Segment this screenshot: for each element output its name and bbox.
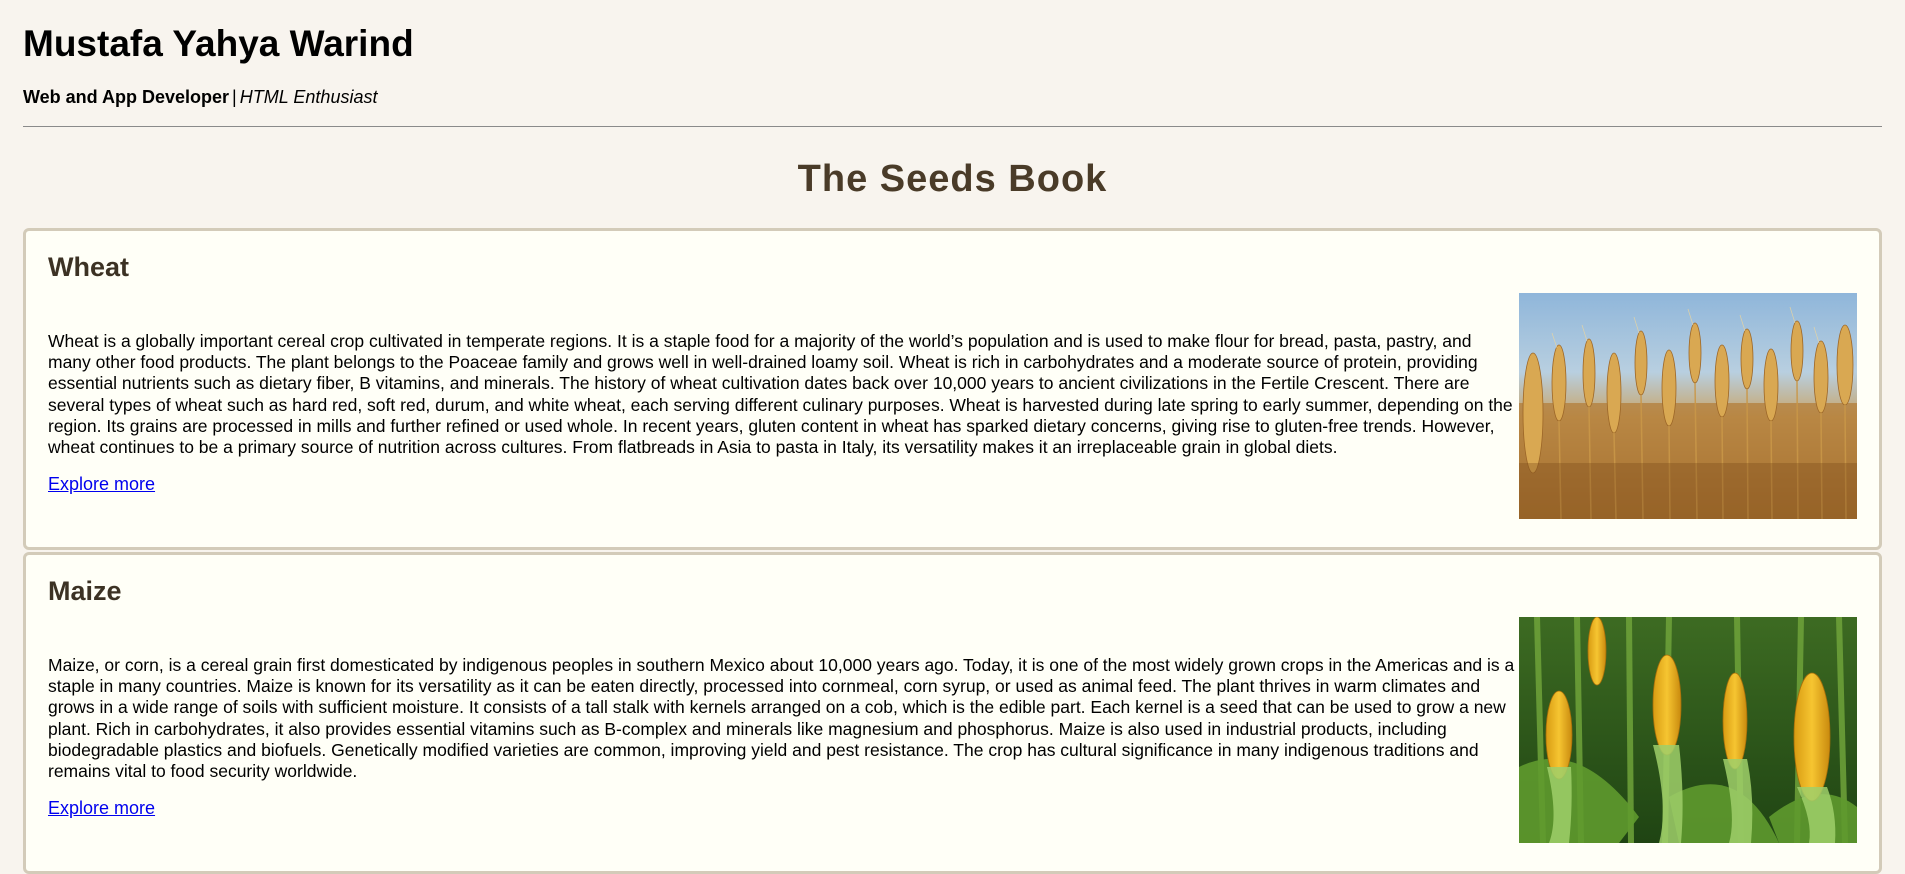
wheat-field-illustration (1519, 293, 1857, 519)
card-text: Wheat is a globally important cereal cro… (48, 293, 1519, 495)
header-divider (23, 126, 1882, 127)
seed-card-wheat: Wheat Wheat is a globally important cere… (23, 228, 1882, 550)
role-alt: HTML Enthusiast (239, 87, 378, 107)
site-header: Mustafa Yahya Warind Web and App Develop… (23, 0, 1882, 127)
wheat-image (1519, 293, 1857, 519)
page: Mustafa Yahya Warind Web and App Develop… (0, 0, 1905, 874)
card-description: Maize, or corn, is a cereal grain first … (48, 655, 1515, 782)
author-name: Mustafa Yahya Warind (23, 23, 414, 64)
explore-more-link[interactable]: Explore more (48, 473, 155, 495)
author-role: Web and App Developer | HTML Enthusiast (23, 86, 1882, 108)
role-main: Web and App Developer (23, 87, 230, 107)
card-text: Maize, or corn, is a cereal grain first … (48, 617, 1519, 819)
card-description: Wheat is a globally important cereal cro… (48, 331, 1513, 458)
role-separator: | (232, 87, 237, 107)
maize-image (1519, 617, 1857, 843)
card-title: Wheat (48, 252, 129, 282)
corn-cobs-illustration (1519, 617, 1857, 843)
page-title: The Seeds Book (797, 158, 1108, 200)
card-title: Maize (48, 576, 122, 606)
card-body: Maize, or corn, is a cereal grain first … (48, 617, 1857, 843)
seed-cards: Wheat Wheat is a globally important cere… (23, 228, 1882, 874)
explore-more-link[interactable]: Explore more (48, 797, 155, 819)
card-body: Wheat is a globally important cereal cro… (48, 293, 1857, 519)
seed-card-maize: Maize Maize, or corn, is a cereal grain … (23, 552, 1882, 874)
